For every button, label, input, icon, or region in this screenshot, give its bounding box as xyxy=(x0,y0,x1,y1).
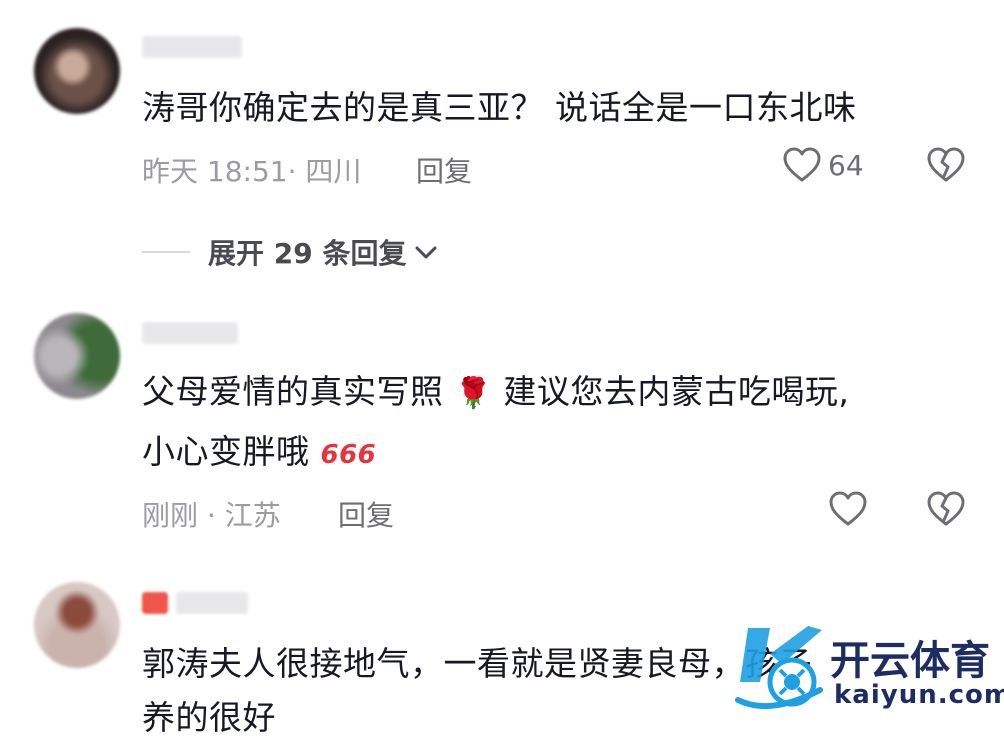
comment-meta: 昨天 18:51· 四川 xyxy=(142,155,362,188)
comment-text-line2: 小心变胖哦 666 xyxy=(142,432,377,471)
reply-button[interactable]: 回复 xyxy=(416,150,472,190)
comment-text: 郭涛夫人很接地气，一看就是贤妻良母，孩子 xyxy=(142,644,812,683)
watermark-brand: 开云体育 xyxy=(830,638,990,684)
666-emoji: 666 xyxy=(320,440,377,470)
heart-icon xyxy=(783,147,821,182)
user-badge-icon xyxy=(142,592,168,614)
expand-replies-label: 展开 29 条回复 xyxy=(208,237,407,270)
heart-icon xyxy=(829,491,867,526)
reply-button[interactable]: 回复 xyxy=(338,494,394,534)
avatar[interactable] xyxy=(34,313,120,399)
username-blurred[interactable] xyxy=(176,592,248,614)
comment-text: 涛哥你确定去的是真三亚？ 说话全是一口东北味 xyxy=(142,88,857,127)
like-count: 64 xyxy=(828,148,864,182)
comment-text-line2: 养的很好 xyxy=(142,698,276,737)
avatar[interactable] xyxy=(34,28,120,114)
watermark: 开云体育 kaiyun.com xyxy=(730,620,1004,725)
broken-heart-icon xyxy=(927,147,965,182)
username-blurred[interactable] xyxy=(142,322,238,344)
expand-replies-button[interactable]: 展开 29 条回复 xyxy=(142,232,440,272)
broken-heart-icon xyxy=(927,491,965,526)
avatar[interactable] xyxy=(34,582,120,668)
comment-meta: 刚刚 · 江苏 xyxy=(142,499,281,532)
comment-text: 父母爱情的真实写照 🌹 建议您去内蒙古吃喝玩, xyxy=(142,372,850,411)
dislike-button[interactable] xyxy=(926,146,966,184)
kaiyun-logo-icon xyxy=(735,626,823,710)
username-blurred[interactable] xyxy=(142,36,242,58)
divider-line xyxy=(142,251,190,253)
rose-emoji: 🌹 xyxy=(454,376,493,411)
dislike-button[interactable] xyxy=(926,490,966,528)
like-button[interactable] xyxy=(828,490,868,528)
chevron-down-icon xyxy=(415,246,437,259)
watermark-url: kaiyun.com xyxy=(834,680,1004,710)
like-button[interactable]: 64 xyxy=(782,146,864,184)
